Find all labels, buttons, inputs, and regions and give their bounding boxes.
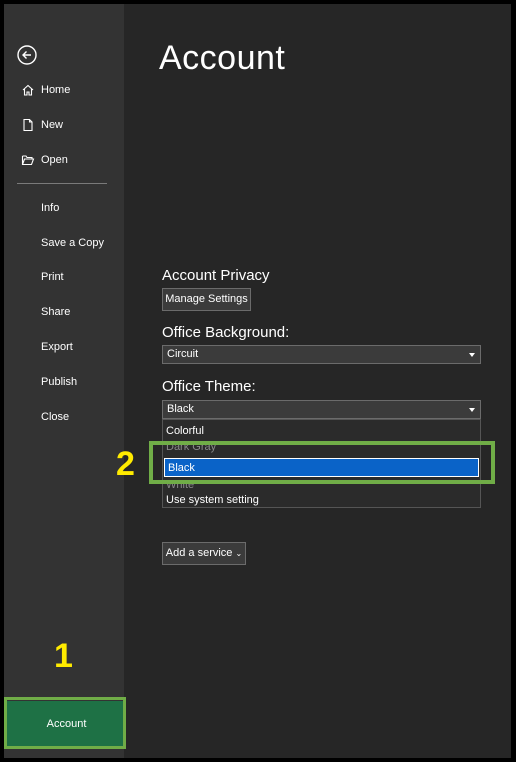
add-a-service-button[interactable]: Add a service ⌄ — [162, 542, 246, 565]
sidebar-item-label: Publish — [41, 376, 78, 388]
sidebar-item-home[interactable]: Home — [4, 77, 124, 103]
sidebar-item-export[interactable]: Export — [4, 334, 124, 360]
back-button[interactable] — [16, 44, 38, 66]
page-title: Account — [159, 39, 286, 77]
sidebar: Home New Open Info Save a Copy Print Sha… — [4, 4, 126, 758]
chevron-down-icon: ⌄ — [235, 549, 243, 558]
chevron-down-icon — [469, 353, 475, 357]
step-2-marker: 2 — [116, 445, 135, 483]
sidebar-item-share[interactable]: Share — [4, 299, 124, 325]
sidebar-item-label: Home — [41, 84, 71, 96]
add-a-service-label: Add a service — [165, 547, 233, 559]
back-arrow-icon — [17, 45, 37, 65]
chevron-down-icon — [469, 408, 475, 412]
sidebar-item-label: Print — [41, 271, 64, 283]
sidebar-divider — [17, 183, 107, 184]
sidebar-item-label: Info — [41, 202, 60, 214]
sidebar-item-publish[interactable]: Publish — [4, 369, 124, 395]
account-privacy-label: Account Privacy — [162, 267, 270, 284]
sidebar-item-info[interactable]: Info — [4, 195, 124, 221]
sidebar-item-label: Open — [41, 154, 68, 166]
sidebar-item-close[interactable]: Close — [4, 404, 124, 430]
theme-option-colorful[interactable]: Colorful — [163, 422, 480, 441]
office-theme-value: Black — [167, 403, 194, 415]
office-theme-label: Office Theme: — [162, 378, 256, 395]
office-theme-select[interactable]: Black — [162, 400, 481, 419]
highlight-box-theme-option — [149, 441, 495, 484]
sidebar-item-open[interactable]: Open — [4, 147, 124, 173]
sidebar-item-label: Share — [41, 306, 71, 318]
home-icon — [22, 84, 34, 96]
open-folder-icon — [21, 155, 35, 166]
backstage-window: Home New Open Info Save a Copy Print Sha… — [4, 4, 511, 758]
sidebar-item-label: Export — [41, 341, 73, 353]
office-background-value: Circuit — [167, 348, 199, 360]
sidebar-item-print[interactable]: Print — [4, 264, 124, 290]
highlight-box-account — [4, 697, 126, 749]
sidebar-item-label: New — [41, 119, 64, 131]
theme-option-use-system-setting[interactable]: Use system setting — [163, 492, 480, 508]
new-document-icon — [23, 118, 33, 132]
sidebar-item-save-a-copy[interactable]: Save a Copy — [4, 230, 124, 256]
sidebar-item-label: Save a Copy — [41, 237, 104, 249]
office-background-select[interactable]: Circuit — [162, 345, 481, 364]
step-1-marker: 1 — [54, 637, 73, 675]
sidebar-item-new[interactable]: New — [4, 112, 124, 138]
office-background-label: Office Background: — [162, 324, 290, 341]
manage-settings-button[interactable]: Manage Settings — [162, 288, 251, 311]
sidebar-item-label: Close — [41, 411, 70, 423]
